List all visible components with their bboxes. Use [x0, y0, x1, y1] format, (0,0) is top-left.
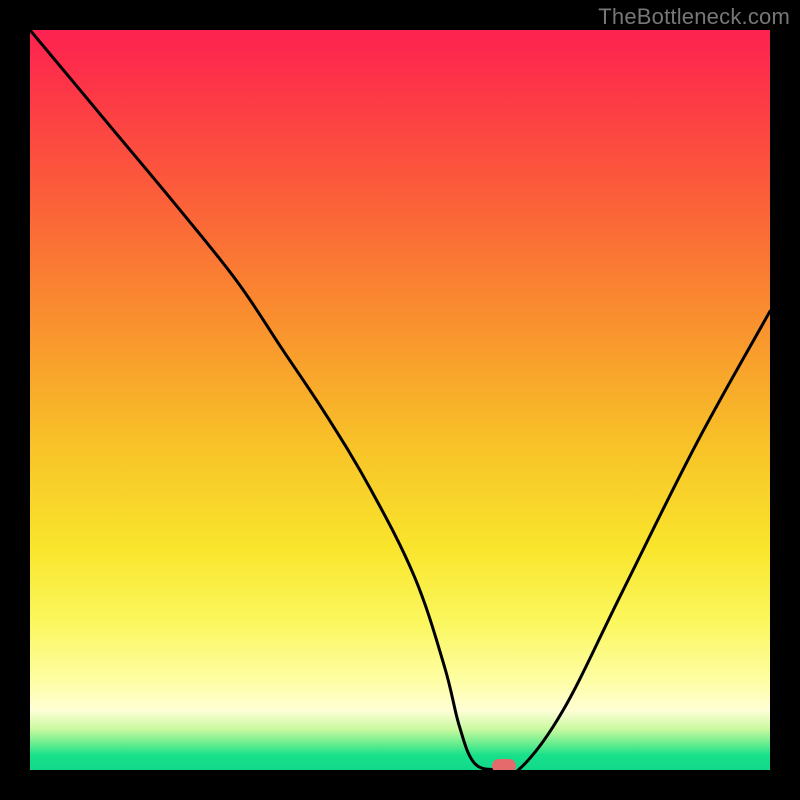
optimal-point-marker — [492, 759, 516, 770]
plot-area — [30, 30, 770, 770]
watermark-text: TheBottleneck.com — [598, 4, 790, 30]
bottleneck-curve — [30, 30, 770, 770]
chart-frame: TheBottleneck.com — [0, 0, 800, 800]
